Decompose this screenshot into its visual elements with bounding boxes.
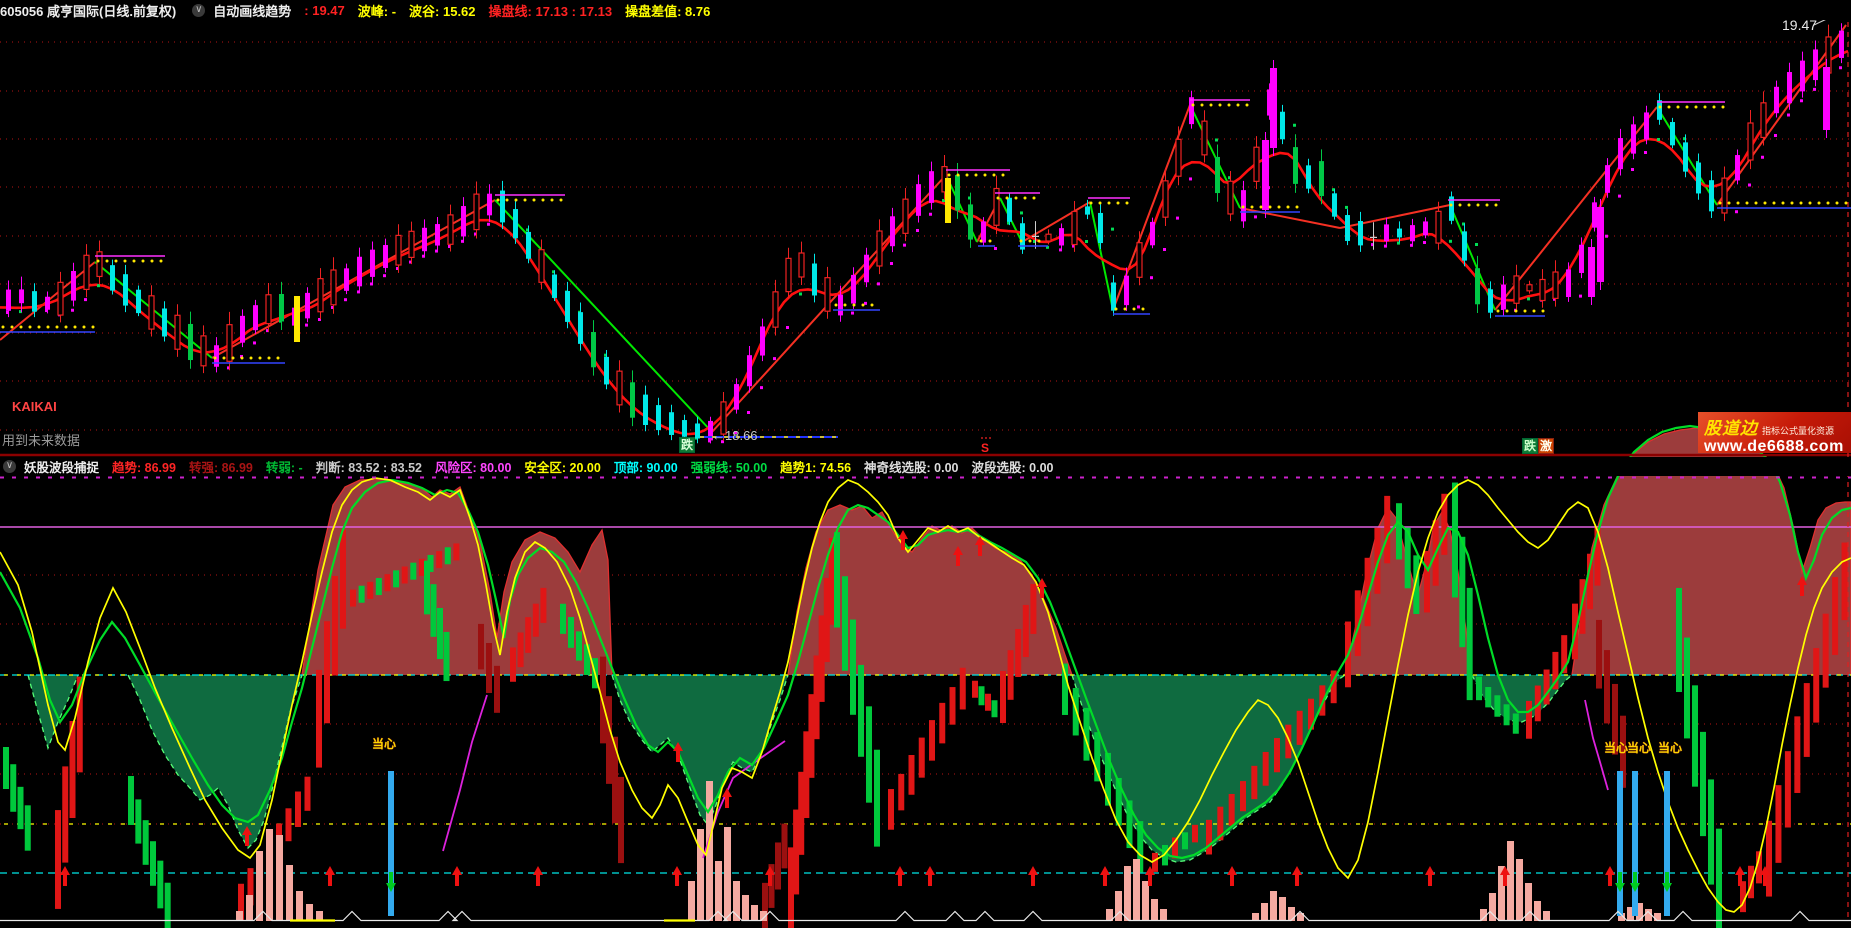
- chevron-down-icon[interactable]: ∨: [192, 4, 205, 17]
- indrow-judge: 判断: 83.52 : 83.52: [316, 457, 422, 476]
- indrow-top-line: 顶部: 90.00: [614, 457, 678, 476]
- logo-url[interactable]: www.de6688.com: [1704, 438, 1851, 456]
- tag-red: 激: [1538, 438, 1554, 454]
- indrow-turn-strong: 转强: 86.99: [189, 457, 253, 476]
- topbar-wave-peak: 波峰: -: [358, 1, 396, 20]
- indrow-band-pick: 波段选股: 0.00: [972, 457, 1054, 476]
- caution-label: 当心: [1604, 739, 1628, 756]
- caution-label: 当心: [372, 735, 396, 752]
- topbar-wave-valley: 波谷: 15.62: [409, 1, 475, 20]
- tag-green: 跌: [1522, 438, 1538, 454]
- indrow-indicator-name-sub[interactable]: 妖股波段捕捉: [24, 457, 99, 476]
- logo-brand: 股道边: [1704, 414, 1758, 439]
- kaikai-watermark: KAIKAI: [12, 399, 57, 414]
- topbar-stock-title[interactable]: 605056 咸亨国际(日线.前复权): [0, 1, 176, 20]
- indrow-trend1: 趋势1: 74.56: [780, 457, 851, 476]
- indicator-param-row: ∨ 妖股波段捕捉趋势: 86.99 转强: 86.99 转弱: - 判断: 83.52 …: [0, 457, 1851, 476]
- indrow-turn-weak: 转弱: -: [266, 457, 303, 476]
- indrow-risk-zone: 风险区: 80.00: [435, 457, 511, 476]
- fall-tag: 跌: [679, 437, 695, 453]
- top-info-bar: 605056 咸亨国际(日线.前复权) ∨ 自动画线趋势 : 19.47 波峰: - 波谷…: [0, 0, 1851, 20]
- logo-subtitle: 指标公式量化资源: [1762, 424, 1834, 437]
- sell-mark: S: [981, 441, 989, 455]
- topbar-main-value: : 19.47: [304, 3, 344, 18]
- future-data-note: 用到未来数据: [2, 430, 80, 449]
- topbar-op-diff: 操盘差值: 8.76: [625, 1, 710, 20]
- vendor-logo[interactable]: 股道边指标公式量化资源 www.de6688.com: [1698, 412, 1851, 453]
- trading-terminal: 605056 咸亨国际(日线.前复权) ∨ 自动画线趋势 : 19.47 波峰: - 波谷…: [0, 0, 1851, 928]
- indrow-safe-zone: 安全区: 20.00: [524, 457, 600, 476]
- caution-label: 当心: [1627, 739, 1651, 756]
- caution-label: 当心: [1658, 739, 1682, 756]
- topbar-op-line: 操盘线: 17.13 : 17.13: [489, 1, 613, 20]
- indrow-trend: 趋势: 86.99: [112, 457, 176, 476]
- indrow-magic-pick: 神奇线选股: 0.00: [864, 457, 958, 476]
- valley-price-label: ←18.66: [712, 428, 758, 443]
- topbar-indicator-name-main[interactable]: 自动画线趋势: [213, 1, 291, 20]
- chevron-down-icon[interactable]: ∨: [3, 460, 16, 473]
- indrow-strength-line: 强弱线: 50.00: [691, 457, 767, 476]
